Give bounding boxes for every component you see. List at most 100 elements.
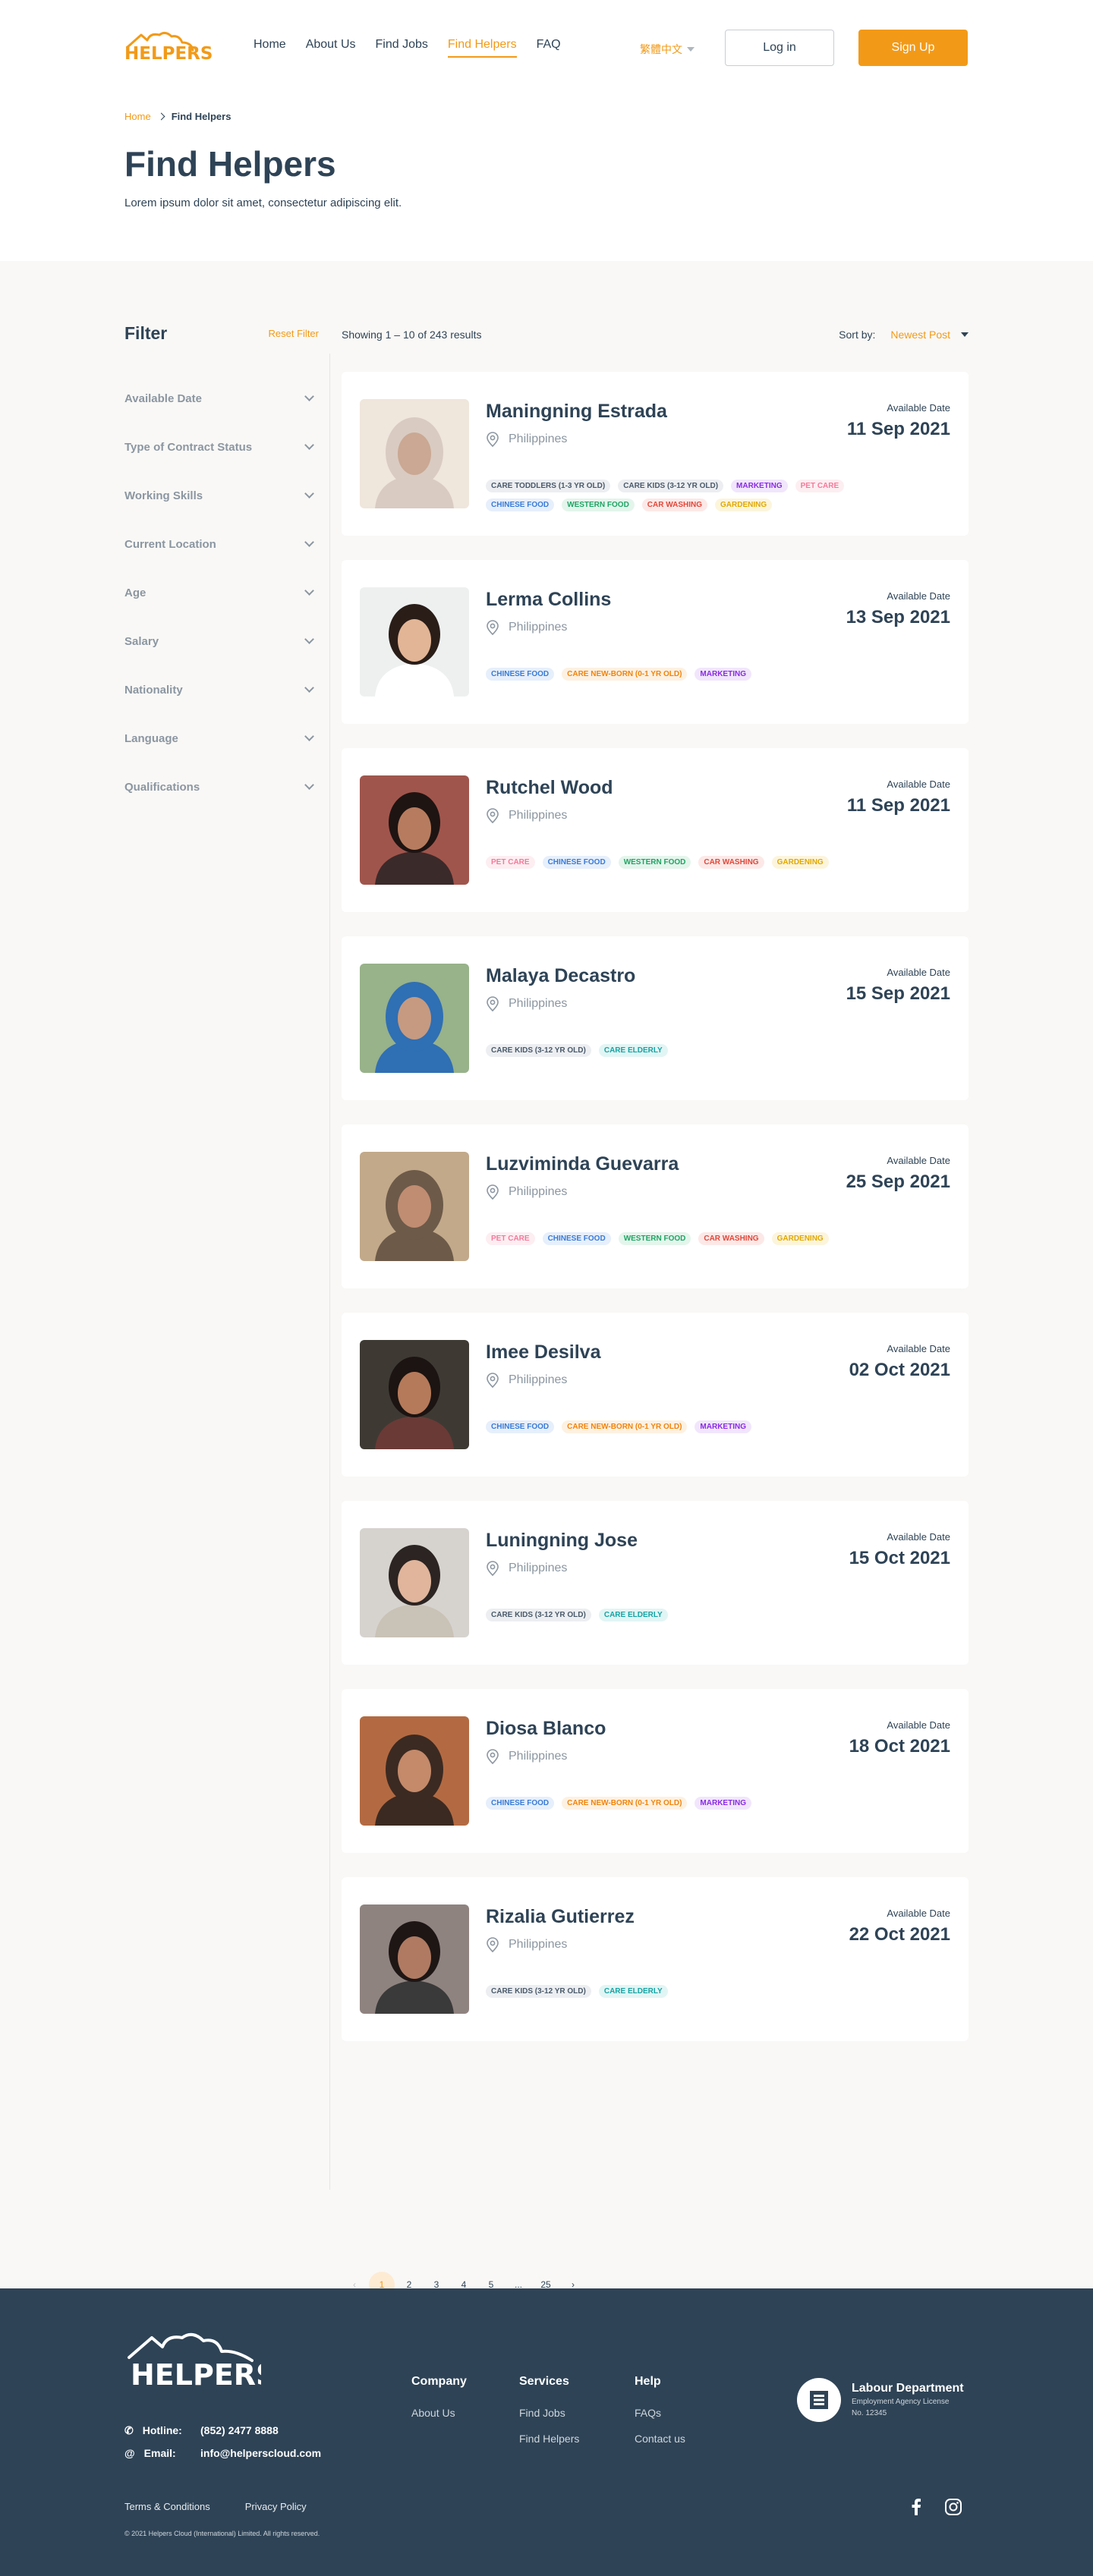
page-hero: Home Find Helpers Find Helpers Lorem ips… (0, 96, 1093, 261)
footer-link-about-us[interactable]: About Us (411, 2407, 467, 2419)
filter-facet-label: Working Skills (124, 489, 203, 502)
location-pin-icon (487, 808, 499, 823)
skill-tags: PET CARE CHINESE FOOD WESTERN FOOD CAR WASH… (486, 856, 880, 869)
helper-name[interactable]: Diosa Blanco (486, 1718, 606, 1740)
reset-filter-button[interactable]: Reset Filter (269, 328, 319, 339)
skill-tag: WESTERN FOOD (618, 856, 691, 869)
helper-name[interactable]: Luningning Jose (486, 1530, 638, 1552)
nav-about-us[interactable]: About Us (306, 38, 356, 58)
login-button[interactable]: Log in (725, 30, 834, 66)
chevron-down-icon (961, 332, 969, 337)
nav-faq[interactable]: FAQ (537, 38, 561, 58)
chevron-down-icon (304, 634, 314, 644)
signup-button[interactable]: Sign Up (858, 30, 968, 66)
helper-photo[interactable] (360, 587, 469, 697)
helper-name[interactable]: Imee Desilva (486, 1341, 601, 1363)
facebook-icon[interactable] (911, 2499, 921, 2515)
skill-tag: GARDENING (771, 1232, 829, 1245)
filter-facet[interactable]: Current Location (124, 520, 316, 568)
chevron-down-icon (304, 586, 314, 596)
location-pin-icon (487, 1749, 499, 1764)
skill-tag: CHINESE FOOD (486, 499, 555, 511)
helper-photo[interactable] (360, 1152, 469, 1261)
helper-card[interactable]: Lerma Collins Philippines CHINESE FOOD CA… (342, 560, 969, 724)
helper-card[interactable]: Maningning Estrada Philippines CARE TODD… (342, 372, 969, 536)
helper-name[interactable]: Rutchel Wood (486, 777, 613, 799)
helper-photo[interactable] (360, 1716, 469, 1826)
helper-photo[interactable] (360, 1340, 469, 1449)
nav-find-helpers[interactable]: Find Helpers (447, 38, 517, 58)
available-date-label: Available Date (887, 402, 950, 414)
footer-link-contact-us[interactable]: Contact us (635, 2433, 685, 2445)
language-select[interactable]: 繁體中文 (640, 42, 695, 57)
footer-col-help: Help FAQs Contact us (635, 2375, 685, 2458)
helper-card[interactable]: Rizalia Gutierrez Philippines CARE KIDS … (342, 1877, 969, 2041)
filter-facet-label: Available Date (124, 392, 202, 405)
location-pin-icon (487, 620, 499, 635)
helper-name[interactable]: Malaya Decastro (486, 965, 635, 987)
footer-link-faqs[interactable]: FAQs (635, 2407, 685, 2419)
email-label: Email: (143, 2447, 176, 2459)
email-value[interactable]: info@helperscloud.com (200, 2442, 321, 2464)
chevron-down-icon (304, 489, 314, 499)
helper-photo[interactable] (360, 1904, 469, 2014)
filter-facet[interactable]: Salary (124, 617, 316, 665)
skill-tag: MARKETING (695, 668, 751, 681)
helper-photo[interactable] (360, 399, 469, 508)
helper-card[interactable]: Imee Desilva Philippines CHINESE FOOD CAR… (342, 1313, 969, 1477)
skill-tags: CHINESE FOOD CARE NEW-BORN (0-1 YR OLD) MA… (486, 668, 880, 681)
helper-name[interactable]: Luzviminda Guevarra (486, 1153, 679, 1175)
sort-select[interactable]: Newest Post (890, 329, 969, 341)
labour-department-icon (797, 2378, 841, 2422)
helper-card[interactable]: Diosa Blanco Philippines CHINESE FOOD CAR… (342, 1689, 969, 1853)
privacy-link[interactable]: Privacy Policy (245, 2501, 307, 2512)
footer-logo[interactable]: HELPERS (124, 2330, 276, 2395)
helper-card[interactable]: Luningning Jose Philippines CARE KIDS (3… (342, 1501, 969, 1665)
nav-find-jobs[interactable]: Find Jobs (376, 38, 428, 58)
terms-link[interactable]: Terms & Conditions (124, 2501, 210, 2512)
site-footer: HELPERS ✆ Hotline: (852) 2477 8888 @ Email… (0, 2288, 1093, 2576)
footer-link-find-jobs[interactable]: Find Jobs (519, 2407, 579, 2419)
helper-photo[interactable] (360, 775, 469, 885)
filter-facet-label: Current Location (124, 537, 216, 551)
helper-location-label: Philippines (509, 1185, 568, 1198)
sort-value: Newest Post (890, 329, 950, 341)
helper-location-label: Philippines (509, 809, 568, 822)
helper-photo[interactable] (360, 964, 469, 1073)
site-logo[interactable]: HELPERS (124, 29, 213, 67)
filter-facet[interactable]: Age (124, 568, 316, 617)
instagram-icon[interactable] (944, 2498, 962, 2516)
helper-name[interactable]: Rizalia Gutierrez (486, 1906, 635, 1928)
helper-name[interactable]: Lerma Collins (486, 589, 611, 611)
filter-facet[interactable]: Type of Contract Status (124, 423, 316, 471)
filter-facet[interactable]: Nationality (124, 665, 316, 714)
location-pin-icon (487, 1561, 499, 1576)
skill-tag: WESTERN FOOD (618, 1232, 691, 1245)
helper-location: Philippines (486, 808, 567, 823)
helper-photo[interactable] (360, 1528, 469, 1637)
footer-link-find-helpers[interactable]: Find Helpers (519, 2433, 579, 2445)
skill-tags: CARE KIDS (3-12 YR OLD) CARE ELDERLY (486, 1609, 880, 1621)
helper-card[interactable]: Malaya Decastro Philippines CARE KIDS (3… (342, 936, 969, 1100)
breadcrumb-home[interactable]: Home (124, 111, 151, 122)
nav-home[interactable]: Home (254, 38, 286, 58)
helper-name[interactable]: Maningning Estrada (486, 401, 667, 423)
filter-facet[interactable]: Qualifications (124, 763, 316, 811)
filter-title: Filter (124, 323, 168, 343)
skill-tags: PET CARE CHINESE FOOD WESTERN FOOD CAR WASH… (486, 1232, 880, 1245)
chevron-down-icon (304, 683, 314, 693)
helper-location: Philippines (486, 432, 567, 447)
filter-facet[interactable]: Available Date (124, 374, 316, 423)
filter-facet-label: Salary (124, 634, 159, 648)
skill-tags: CARE KIDS (3-12 YR OLD) CARE ELDERLY (486, 1985, 880, 1998)
hotline-value[interactable]: (852) 2477 8888 (200, 2419, 279, 2442)
filter-facet[interactable]: Language (124, 714, 316, 763)
available-date: 11 Sep 2021 (846, 795, 950, 816)
filter-facet-label: Type of Contract Status (124, 440, 253, 454)
helper-card[interactable]: Luzviminda Guevarra Philippines PET CARE… (342, 1124, 969, 1288)
filter-facet[interactable]: Working Skills (124, 471, 316, 520)
skill-tag: GARDENING (771, 856, 829, 869)
skill-tag: CARE NEW-BORN (0-1 YR OLD) (562, 668, 688, 681)
helper-card[interactable]: Rutchel Wood Philippines PET CARE CHINESE… (342, 748, 969, 912)
breadcrumb-current: Find Helpers (171, 111, 232, 122)
